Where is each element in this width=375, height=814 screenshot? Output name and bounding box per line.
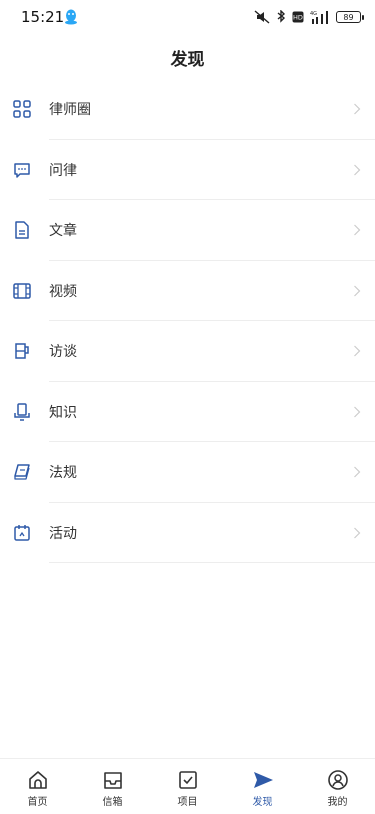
battery-indicator: 89 [336, 11, 364, 23]
tab-label: 发现 [252, 797, 273, 808]
menu-item-label: 问律 [49, 162, 77, 179]
signal-icon: 4G [310, 11, 328, 24]
menu-item-label: 知识 [49, 404, 77, 421]
chevron-right-icon [354, 345, 361, 357]
film-icon [13, 283, 31, 299]
chevron-right-icon [354, 285, 361, 297]
menu-item-knowledge[interactable]: 知识 [0, 382, 375, 442]
chevron-right-icon [354, 466, 361, 478]
hd-icon: HD [292, 11, 304, 23]
hd-label: HD [293, 14, 303, 22]
status-icons: HD 4G 89 [254, 9, 364, 25]
chevron-right-icon [354, 224, 361, 236]
menu-item-articles[interactable]: 文章 [0, 200, 375, 261]
menu-item-label: 律师圈 [49, 102, 91, 119]
chevron-right-icon [354, 406, 361, 418]
menu-item-activities[interactable]: 活动 [0, 503, 375, 563]
chevron-right-icon [354, 527, 361, 539]
divider [49, 562, 375, 563]
status-bar: 15:21 HD 4G 89 [0, 0, 375, 34]
menu-item-ask-lawyer[interactable]: 问律 [0, 140, 375, 200]
menu-item-label: 法规 [49, 465, 77, 482]
chevron-right-icon [354, 103, 361, 115]
profile-icon [327, 770, 348, 790]
chevron-right-icon [354, 164, 361, 176]
grid-icon [13, 100, 31, 118]
network-label: 4G [310, 11, 317, 17]
tab-profile[interactable]: 我的 [300, 759, 375, 814]
menu-item-regulations[interactable]: 法规 [0, 442, 375, 503]
mute-icon [254, 10, 270, 24]
inbox-icon [103, 772, 122, 789]
menu-item-label: 访谈 [49, 344, 77, 361]
tab-inbox[interactable]: 信箱 [75, 759, 150, 814]
tab-discover[interactable]: 发现 [225, 759, 300, 814]
tab-label: 信箱 [102, 797, 123, 808]
tab-projects[interactable]: 项目 [150, 759, 225, 814]
interview-icon [15, 343, 29, 359]
menu-item-label: 文章 [49, 223, 77, 240]
menu-item-videos[interactable]: 视频 [0, 261, 375, 321]
menu-item-lawyer-circle[interactable]: 律师圈 [0, 79, 375, 140]
document-icon [15, 221, 29, 239]
activity-icon [14, 524, 30, 541]
law-book-icon [14, 464, 30, 480]
qq-notification-icon [65, 9, 77, 25]
bluetooth-icon [277, 10, 286, 23]
page-title: 发现 [170, 50, 205, 70]
status-time: 15:21 [21, 8, 65, 26]
send-icon [253, 772, 273, 788]
tab-label: 我的 [327, 797, 348, 808]
checkbox-icon [178, 771, 197, 789]
tab-label: 项目 [177, 797, 198, 808]
tab-label: 首页 [27, 797, 48, 808]
menu-item-label: 活动 [49, 525, 77, 542]
chat-bubble-icon [14, 163, 30, 178]
discover-menu: 律师圈 问律 文章 视频 访谈 知识 法规 活动 [0, 79, 375, 563]
tab-home[interactable]: 首页 [0, 759, 75, 814]
menu-item-label: 视频 [49, 283, 77, 300]
bottom-tab-bar: 首页 信箱 项目 发现 我的 [0, 758, 375, 814]
menu-item-interviews[interactable]: 访谈 [0, 321, 375, 382]
home-icon [28, 771, 47, 789]
knowledge-icon [14, 403, 30, 421]
